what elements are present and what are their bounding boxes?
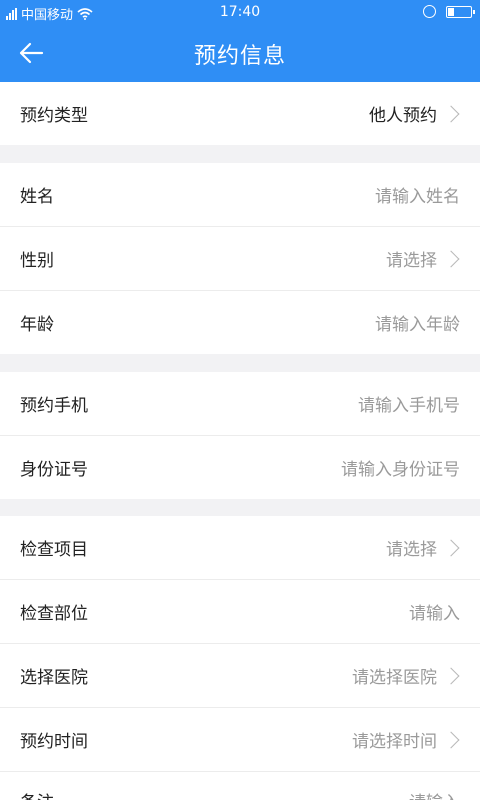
hospital-select[interactable]: 请选择医院 [352, 663, 460, 688]
name-row[interactable]: 姓名 请输入姓名 [0, 163, 480, 226]
age-label: 年龄 [20, 315, 54, 335]
age-row[interactable]: 年龄 请输入年龄 [0, 291, 480, 354]
hospital-placeholder: 请选择医院 [352, 668, 437, 688]
status-bar: 中国移动 17:40 [0, 0, 480, 24]
page-title: 预约信息 [193, 44, 286, 69]
battery-icon [446, 5, 475, 18]
id-number-label: 身份证号 [20, 460, 88, 480]
appointment-type-label: 预约类型 [20, 106, 88, 126]
phone-input[interactable]: 请输入手机号 [358, 391, 460, 416]
id-number-row[interactable]: 身份证号 请输入身份证号 [0, 436, 480, 499]
chevron-right-icon [442, 105, 460, 122]
exam-part-row[interactable]: 检查部位 请输入 [0, 580, 480, 643]
nav-bar: 预约信息 [0, 24, 480, 82]
chevron-right-icon [442, 539, 460, 556]
chevron-right-icon [442, 667, 460, 684]
remark-label: 备注 [20, 788, 54, 800]
chevron-right-icon [442, 250, 460, 267]
time-row[interactable]: 预约时间 请选择时间 [0, 708, 480, 771]
hospital-row[interactable]: 选择医院 请选择医院 [0, 644, 480, 707]
id-number-input[interactable]: 请输入身份证号 [341, 455, 460, 480]
remark-input[interactable]: 请输入 [409, 788, 460, 800]
phone-row[interactable]: 预约手机 请输入手机号 [0, 372, 480, 435]
hospital-label: 选择医院 [20, 668, 88, 688]
appointment-type-row[interactable]: 预约类型 他人预约 [0, 82, 480, 145]
time-select[interactable]: 请选择时间 [352, 727, 460, 752]
phone-label: 预约手机 [20, 396, 88, 416]
chevron-right-icon [442, 731, 460, 748]
exam-item-select[interactable]: 请选择 [386, 535, 460, 560]
gender-placeholder: 请选择 [386, 251, 437, 271]
exam-item-placeholder: 请选择 [386, 540, 437, 560]
status-right [423, 5, 475, 18]
time-label: 预约时间 [20, 732, 88, 752]
exam-part-label: 检查部位 [20, 604, 88, 624]
gender-select[interactable]: 请选择 [386, 246, 460, 271]
time-placeholder: 请选择时间 [352, 732, 437, 752]
exam-item-label: 检查项目 [20, 540, 88, 560]
age-input[interactable]: 请输入年龄 [375, 310, 460, 335]
gender-row[interactable]: 性别 请选择 [0, 227, 480, 290]
name-label: 姓名 [20, 187, 54, 207]
alarm-icon [423, 5, 436, 18]
exam-part-input[interactable]: 请输入 [409, 599, 460, 624]
exam-item-row[interactable]: 检查项目 请选择 [0, 516, 480, 579]
status-time: 17:40 [219, 4, 261, 20]
name-input[interactable]: 请输入姓名 [375, 182, 460, 207]
remark-row[interactable]: 备注 请输入 [0, 772, 480, 800]
gender-label: 性别 [20, 251, 54, 271]
appointment-type-value-wrap: 他人预约 [369, 101, 460, 126]
appointment-type-value: 他人预约 [369, 106, 437, 126]
